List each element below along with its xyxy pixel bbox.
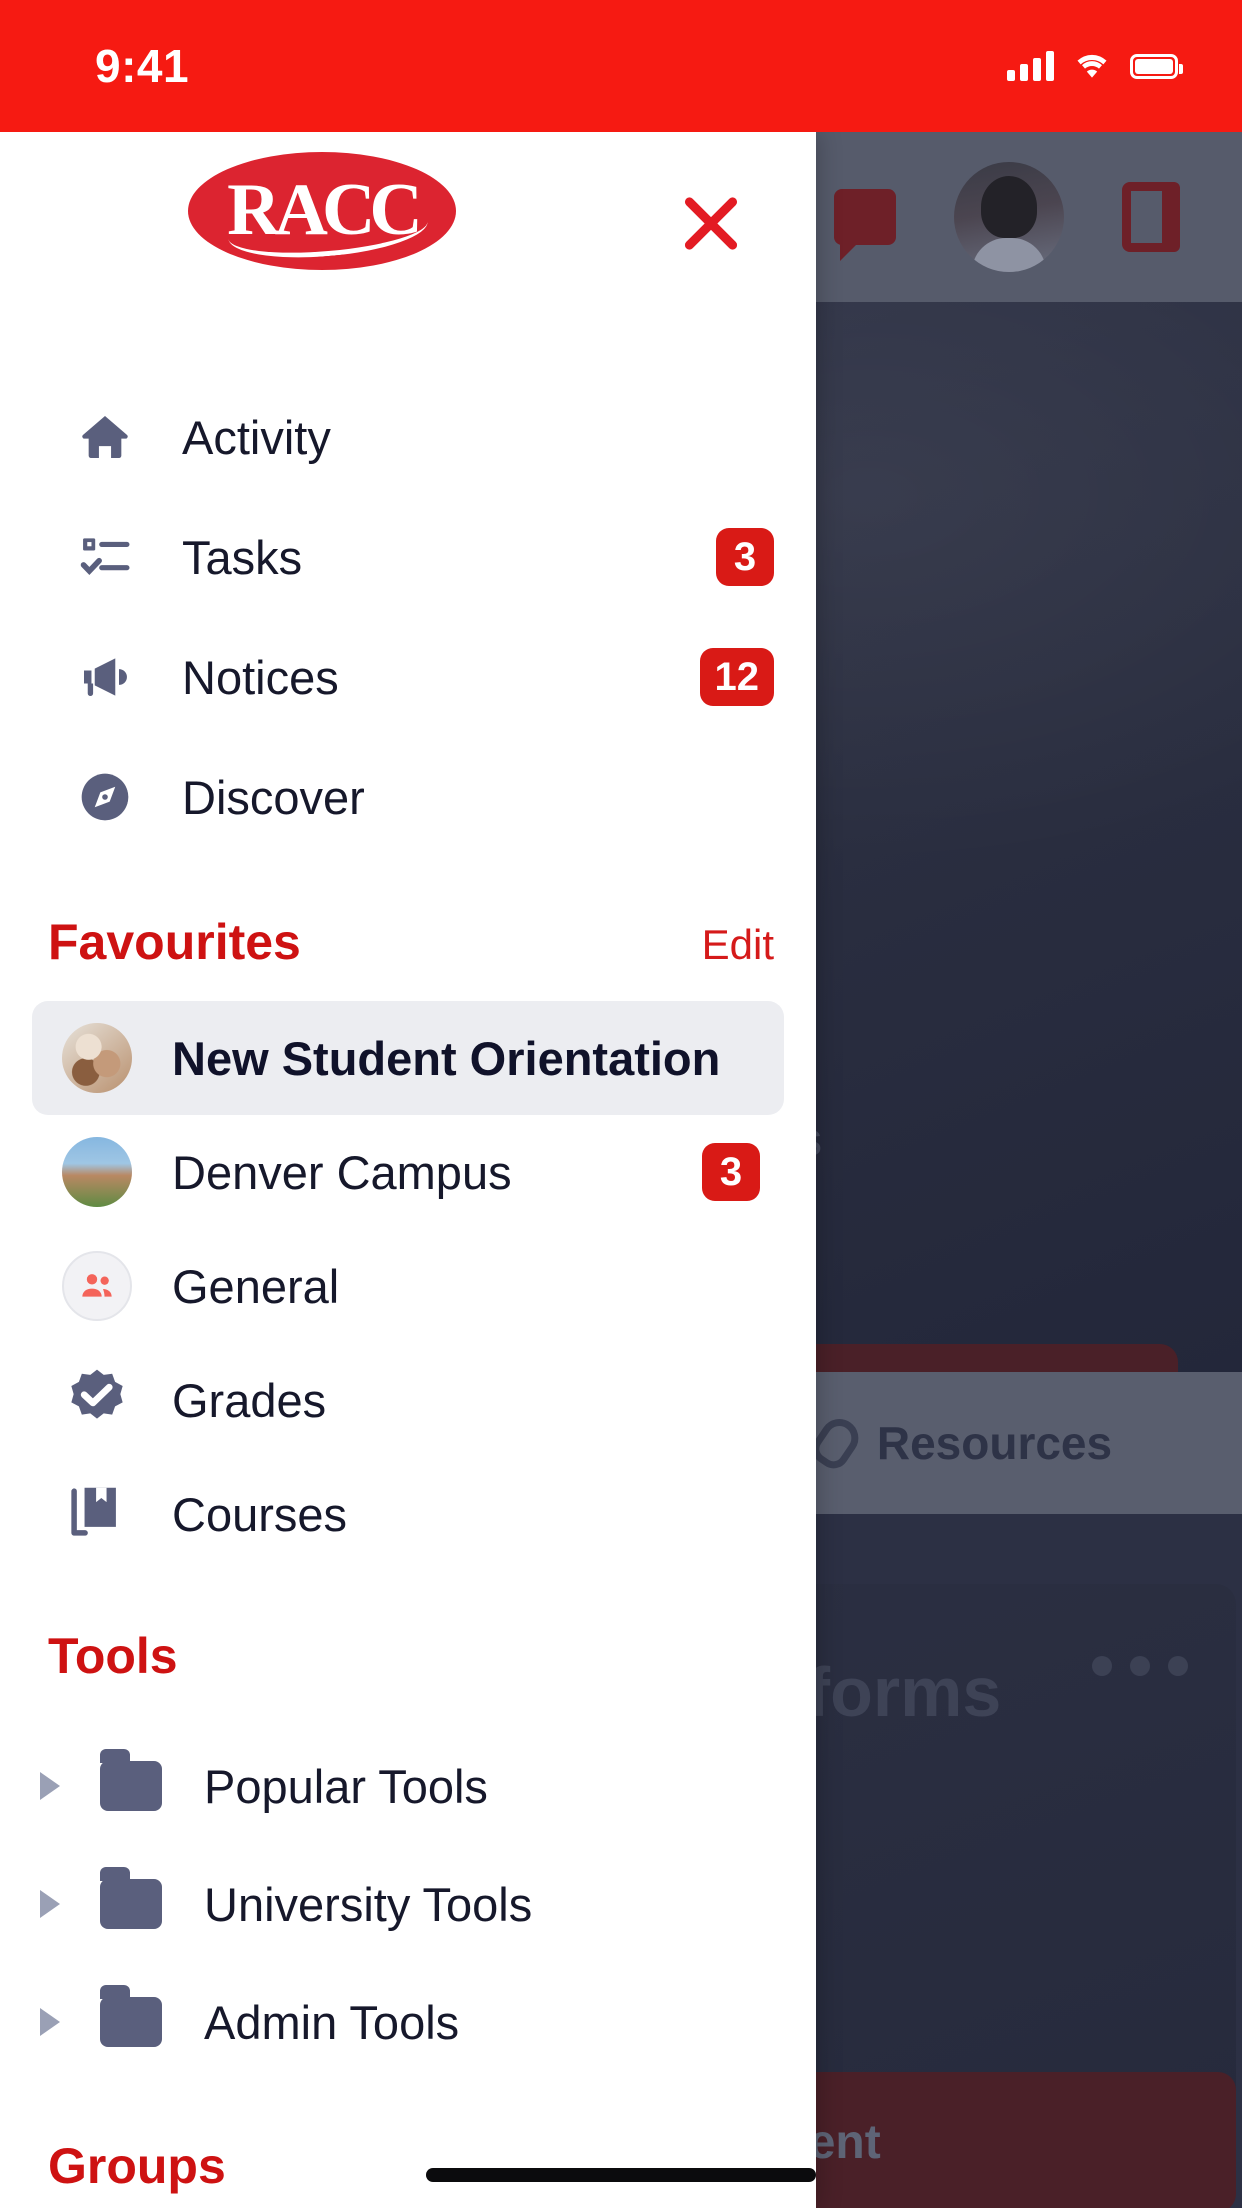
wifi-icon xyxy=(1072,49,1112,84)
favourites-section-header: Favourites Edit xyxy=(0,857,816,971)
tools-item-admin[interactable]: Admin Tools xyxy=(0,1963,816,2081)
people-icon xyxy=(62,1251,132,1321)
home-indicator[interactable] xyxy=(426,2168,816,2182)
folder-icon xyxy=(100,1867,162,1929)
list-item-label: General xyxy=(172,1259,340,1313)
sidebar-item-label: Discover xyxy=(182,770,365,824)
tools-item-label: University Tools xyxy=(204,1877,533,1931)
task-list-icon xyxy=(72,529,138,585)
folder-icon xyxy=(100,1749,162,1811)
battery-icon xyxy=(1130,53,1183,79)
sidebar-item-label: Tasks xyxy=(182,530,303,584)
book-stack-icon xyxy=(62,1479,132,1549)
status-indicators xyxy=(1007,49,1183,84)
chevron-right-icon[interactable] xyxy=(40,1890,60,1918)
chat-bubble-icon[interactable] xyxy=(834,189,896,261)
tab-resources[interactable]: Resources xyxy=(806,1372,1113,1514)
tools-item-label: Popular Tools xyxy=(204,1759,488,1813)
list-item-label: Grades xyxy=(172,1373,327,1427)
tools-section-header: Tools xyxy=(0,1571,816,1685)
home-icon xyxy=(72,409,138,465)
drawer-header: RACC xyxy=(0,132,816,307)
folder-icon xyxy=(100,1985,162,2047)
tools-item-label: Admin Tools xyxy=(204,1995,460,2049)
sidebar-item-label: Activity xyxy=(182,410,331,464)
book-reader-icon[interactable] xyxy=(1122,182,1180,252)
avatar xyxy=(62,1137,132,1207)
sidebar-item-discover[interactable]: Discover xyxy=(0,737,816,857)
backdrop-tab-resources-label: Resources xyxy=(876,1417,1113,1469)
cellular-signal-icon xyxy=(1007,51,1054,81)
status-time: 9:41 xyxy=(95,40,190,92)
list-item-label: New Student Orientation xyxy=(172,1031,721,1085)
status-badge: 3 xyxy=(702,1143,760,1201)
list-item-label: Denver Campus xyxy=(172,1145,512,1199)
list-item[interactable]: Courses xyxy=(32,1457,784,1571)
favourites-list: New Student Orientation Denver Campus 3 … xyxy=(0,971,816,1571)
tools-item-university[interactable]: University Tools xyxy=(0,1845,816,1963)
chevron-right-icon[interactable] xyxy=(40,2008,60,2036)
primary-nav: Activity Tasks 3 Notices 12 Discover xyxy=(0,307,816,857)
tools-item-popular[interactable]: Popular Tools xyxy=(0,1727,816,1845)
status-bar: 9:41 xyxy=(0,0,1242,132)
app-screen: New Student Orientation Group · 231 memb… xyxy=(0,0,1242,2208)
tools-list: Popular Tools University Tools Admin Too… xyxy=(0,1685,816,2081)
verified-badge-icon xyxy=(62,1365,132,1435)
status-badge: 12 xyxy=(699,648,774,706)
chevron-right-icon[interactable] xyxy=(40,1772,60,1800)
list-item-label: Courses xyxy=(172,1487,348,1541)
close-icon[interactable] xyxy=(672,184,750,262)
list-item[interactable]: General xyxy=(32,1229,784,1343)
list-item[interactable]: Grades xyxy=(32,1343,784,1457)
list-item[interactable]: Denver Campus 3 xyxy=(32,1115,784,1229)
racc-logo: RACC xyxy=(188,152,456,270)
megaphone-icon xyxy=(72,649,138,705)
avatar xyxy=(62,1023,132,1093)
sidebar-item-label: Notices xyxy=(182,650,339,704)
tools-title: Tools xyxy=(48,1628,178,1684)
sidebar-item-activity[interactable]: Activity xyxy=(0,377,816,497)
compass-icon xyxy=(72,769,138,825)
sidebar-item-tasks[interactable]: Tasks 3 xyxy=(0,497,816,617)
navigation-drawer: RACC Activity Tasks 3 Notices 12 Discove… xyxy=(0,132,816,2208)
list-item[interactable]: New Student Orientation xyxy=(32,1001,784,1115)
groups-title: Groups xyxy=(48,2138,226,2194)
favourites-title: Favourites xyxy=(48,914,301,970)
more-options-icon[interactable] xyxy=(1092,1656,1188,1676)
sidebar-item-notices[interactable]: Notices 12 xyxy=(0,617,816,737)
favourites-edit-button[interactable]: Edit xyxy=(702,921,774,969)
user-avatar[interactable] xyxy=(954,162,1064,272)
status-badge: 3 xyxy=(716,528,774,586)
